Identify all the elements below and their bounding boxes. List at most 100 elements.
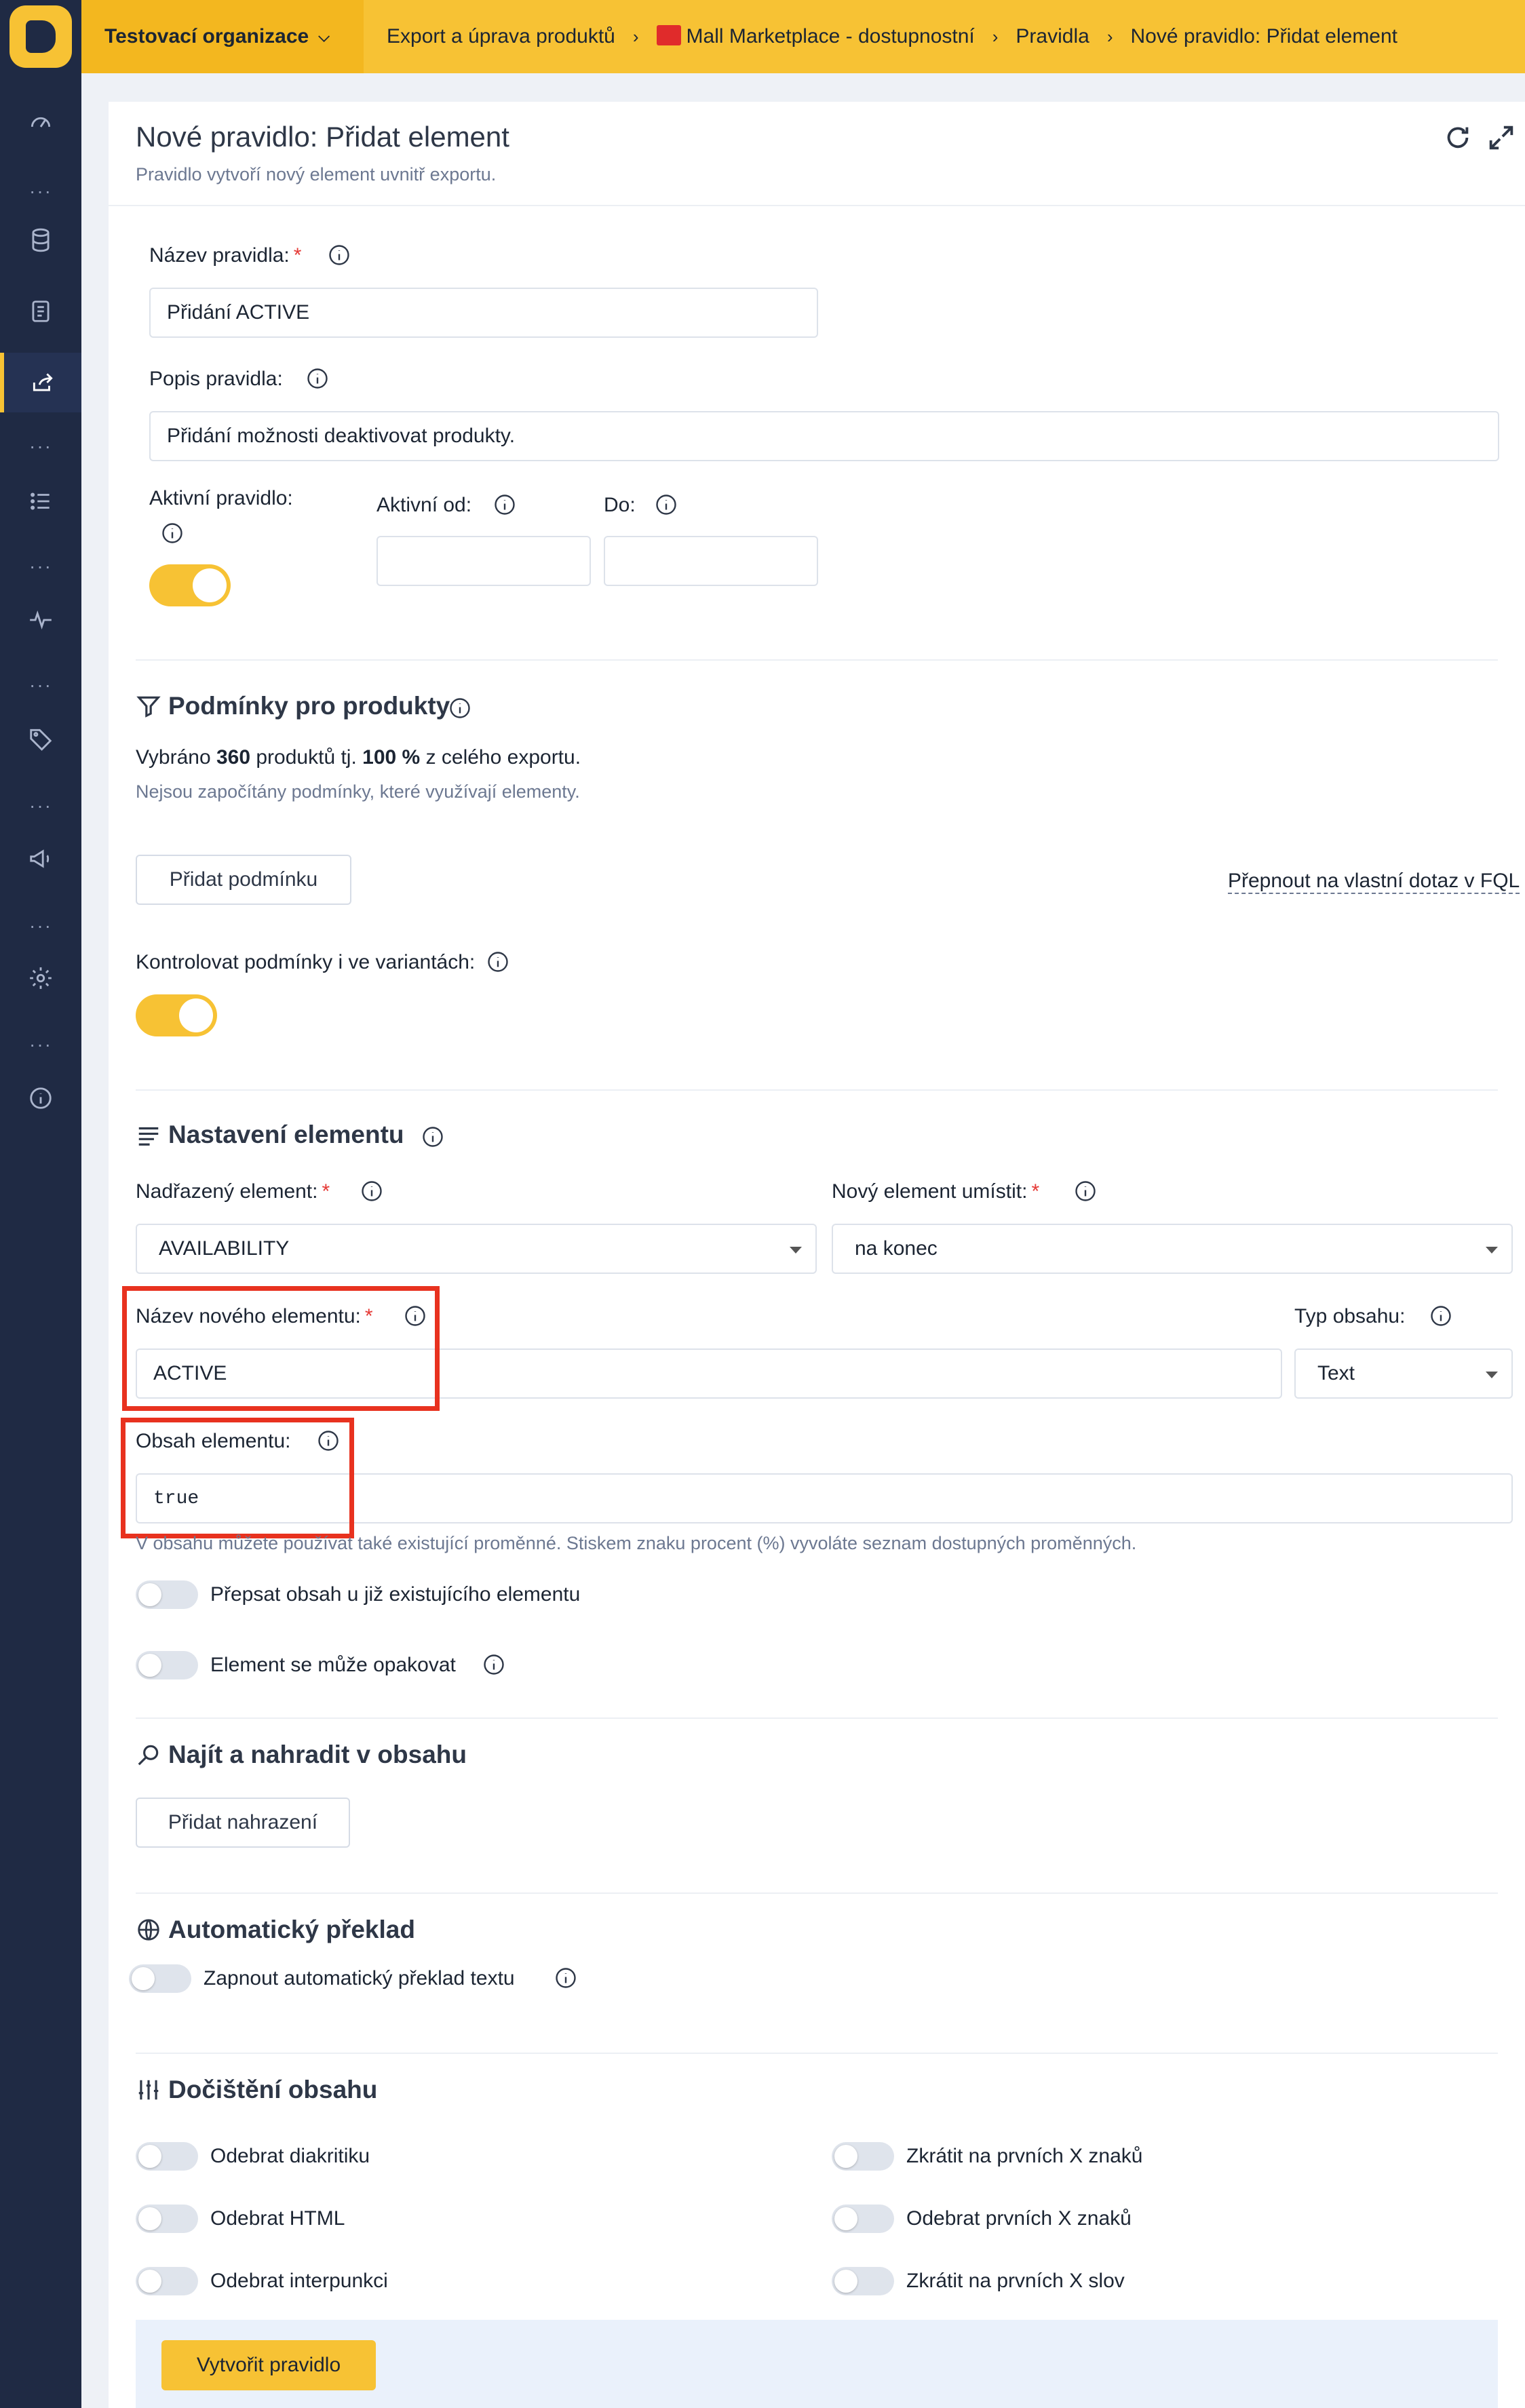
activity-icon[interactable] (0, 590, 81, 650)
rule-description-label: Popis pravidla: (149, 368, 283, 390)
replace-section-title: Najít a nahradit v obsahu (136, 1741, 467, 1769)
info-icon[interactable] (160, 521, 185, 545)
caret-down-icon (1486, 1372, 1498, 1378)
globe-icon (138, 1919, 159, 1941)
info-icon[interactable] (360, 1179, 384, 1203)
content-type-select[interactable]: Text (1294, 1348, 1513, 1399)
switch-to-fql-link[interactable]: Přepnout na vlastní dotaz v FQL (1228, 870, 1520, 894)
page-subtitle: Pravidlo vytvoří nový element uvnitř exp… (136, 164, 497, 185)
conditions-note: Nejsou započítány podmínky, které využív… (136, 781, 580, 802)
search-icon (138, 1745, 159, 1766)
highlight-box (121, 1418, 354, 1538)
info-icon[interactable] (493, 492, 517, 517)
divider (136, 659, 1498, 661)
sidebar-dots: ··· (29, 915, 52, 936)
info-icon[interactable] (654, 492, 678, 517)
expand-icon[interactable] (1486, 122, 1517, 153)
divider (136, 1892, 1498, 1894)
truncate-chars-label: Zkrátit na prvních X znaků (906, 2145, 1143, 2167)
sidebar-dots: ··· (29, 180, 52, 201)
megaphone-icon[interactable] (0, 829, 81, 889)
auto-translate-toggle[interactable] (129, 1964, 191, 1993)
add-replacement-button[interactable]: Přidat nahrazení (136, 1798, 350, 1848)
conditions-summary: Vybráno 360 produktů tj. 100 % z celého … (136, 746, 581, 769)
parent-element-value: AVAILABILITY (159, 1237, 290, 1260)
remove-punctuation-toggle[interactable] (136, 2267, 198, 2295)
chevron-down-icon: ⌵ (318, 28, 330, 45)
info-icon[interactable] (421, 1125, 445, 1149)
document-icon[interactable] (0, 281, 81, 341)
remove-html-toggle[interactable] (136, 2205, 198, 2233)
cleanup-section-title: Dočištění obsahu (136, 2076, 377, 2104)
sidebar: ··· ··· ··· ··· ··· ··· ··· (0, 0, 81, 2408)
active-to-label: Do: (604, 494, 636, 516)
database-icon[interactable] (0, 210, 81, 270)
active-rule-toggle[interactable] (149, 564, 231, 606)
translate-section-title: Automatický překlad (136, 1916, 415, 1944)
create-rule-button[interactable]: Vytvořit pravidlo (161, 2340, 376, 2390)
variables-hint: V obsahu můžete používat také existující… (136, 1533, 1137, 1553)
dashboard-icon[interactable] (0, 92, 81, 151)
info-icon[interactable] (305, 366, 330, 391)
info-icon[interactable] (486, 950, 510, 974)
app-logo[interactable] (9, 5, 72, 68)
rule-description-input[interactable]: Přidání možnosti deaktivovat produkty. (149, 411, 1499, 461)
active-to-input[interactable] (604, 536, 818, 586)
info-icon[interactable] (1073, 1179, 1098, 1203)
content-type-value: Text (1317, 1362, 1355, 1384)
placement-label: Nový element umístit: * (832, 1180, 1040, 1203)
breadcrumb-item[interactable]: Mall Marketplace - dostupnostní (687, 25, 975, 48)
breadcrumb-item[interactable]: Export a úprava produktů (387, 25, 615, 48)
mall-logo-icon (656, 25, 681, 45)
settings-icon[interactable] (0, 948, 81, 1008)
parent-element-select[interactable]: AVAILABILITY (136, 1224, 817, 1274)
caret-down-icon (790, 1247, 802, 1254)
refresh-icon[interactable] (1442, 122, 1473, 153)
list-icon[interactable] (0, 471, 81, 531)
sidebar-dots: ··· (29, 435, 52, 457)
chevron-right-icon: › (1106, 26, 1113, 47)
active-from-label: Aktivní od: (377, 494, 472, 516)
organization-switcher[interactable]: Testovací organizace ⌵ (81, 0, 364, 73)
active-rule-label: Aktivní pravidlo: (149, 487, 293, 509)
info-icon[interactable] (482, 1652, 506, 1677)
check-variants-toggle[interactable] (136, 994, 217, 1036)
overwrite-toggle[interactable] (136, 1580, 198, 1609)
remove-first-chars-label: Odebrat prvních X znaků (906, 2207, 1132, 2230)
page-title: Nové pravidlo: Přidat element (136, 121, 509, 153)
sidebar-dots: ··· (29, 556, 52, 577)
sidebar-dots: ··· (29, 795, 52, 816)
auto-translate-label: Zapnout automatický překlad textu (204, 1967, 515, 1989)
export-icon[interactable] (0, 353, 81, 412)
info-icon[interactable] (327, 243, 351, 267)
remove-diacritics-toggle[interactable] (136, 2142, 198, 2171)
active-from-input[interactable] (377, 536, 591, 586)
truncate-words-toggle[interactable] (832, 2267, 894, 2295)
placement-select[interactable]: na konec (832, 1224, 1513, 1274)
repeat-label: Element se může opakovat (210, 1654, 456, 1676)
info-icon[interactable] (448, 696, 472, 720)
highlight-box (122, 1286, 440, 1411)
organization-name: Testovací organizace (104, 25, 309, 47)
filter-icon (136, 696, 161, 718)
tag-icon[interactable] (0, 709, 81, 769)
check-variants-label: Kontrolovat podmínky i ve variantách: (136, 951, 476, 973)
info-icon[interactable] (0, 1068, 81, 1128)
truncate-chars-toggle[interactable] (832, 2142, 894, 2171)
remove-punctuation-label: Odebrat interpunkci (210, 2270, 388, 2292)
divider (136, 1717, 1498, 1719)
caret-down-icon (1486, 1247, 1498, 1254)
breadcrumb-item[interactable]: Pravidla (1016, 25, 1089, 48)
rule-name-input[interactable]: Přidání ACTIVE (149, 288, 818, 338)
element-section-title: Nastavení elementu (136, 1121, 404, 1149)
info-icon[interactable] (1429, 1304, 1453, 1328)
remove-first-chars-toggle[interactable] (832, 2205, 894, 2233)
rule-form-card: Nové pravidlo: Přidat element Pravidlo v… (109, 102, 1525, 2408)
content-type-label: Typ obsahu: (1294, 1305, 1406, 1327)
repeat-toggle[interactable] (136, 1651, 198, 1679)
add-condition-button[interactable]: Přidat podmínku (136, 855, 351, 905)
info-icon[interactable] (554, 1966, 578, 1990)
breadcrumb-current: Nové pravidlo: Přidat element (1130, 25, 1398, 47)
truncate-words-label: Zkrátit na prvních X slov (906, 2270, 1125, 2292)
placement-value: na konec (855, 1237, 938, 1260)
